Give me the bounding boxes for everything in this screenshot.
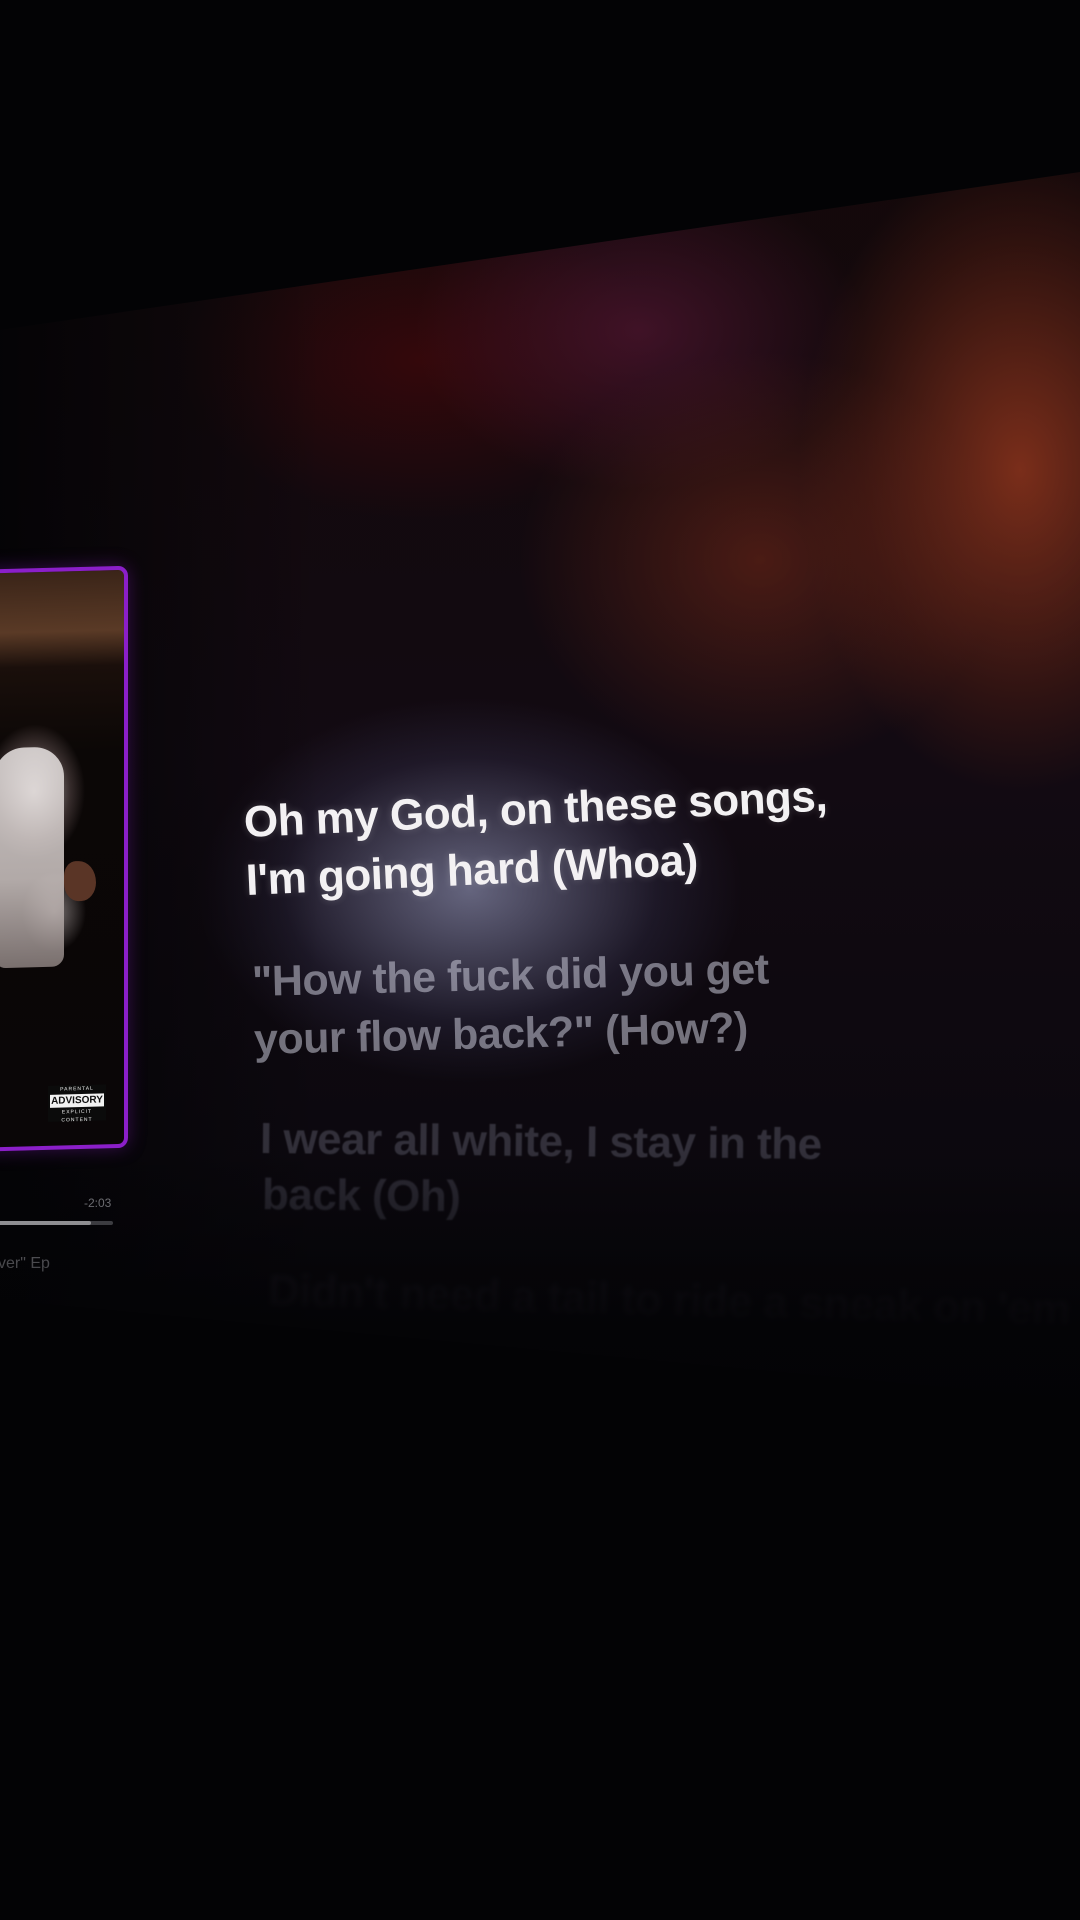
lyric-upcoming-line[interactable]: Didn't need a tail to ride a sneak on 'e…: [267, 1266, 1070, 1336]
lyric-current-line-2[interactable]: I'm going hard (Whoa): [245, 836, 699, 906]
lyric-next-line-1[interactable]: "How the fuck did you get: [251, 945, 769, 1007]
lyrics-panel: Oh my God, on these songs, I'm going har…: [0, 0, 1080, 1920]
lyric-after-line-1[interactable]: I wear all white, I stay in the: [260, 1114, 822, 1170]
lyric-next-line-2[interactable]: your flow back?" (How?): [253, 1004, 748, 1065]
lyric-current-line-1[interactable]: Oh my God, on these songs,: [243, 772, 828, 848]
lyrics-screen: PARENTAL ADVISORY EXPLICIT CONTENT -2:03…: [0, 0, 1080, 1920]
lyric-after-line-2[interactable]: back (Oh): [262, 1170, 461, 1222]
